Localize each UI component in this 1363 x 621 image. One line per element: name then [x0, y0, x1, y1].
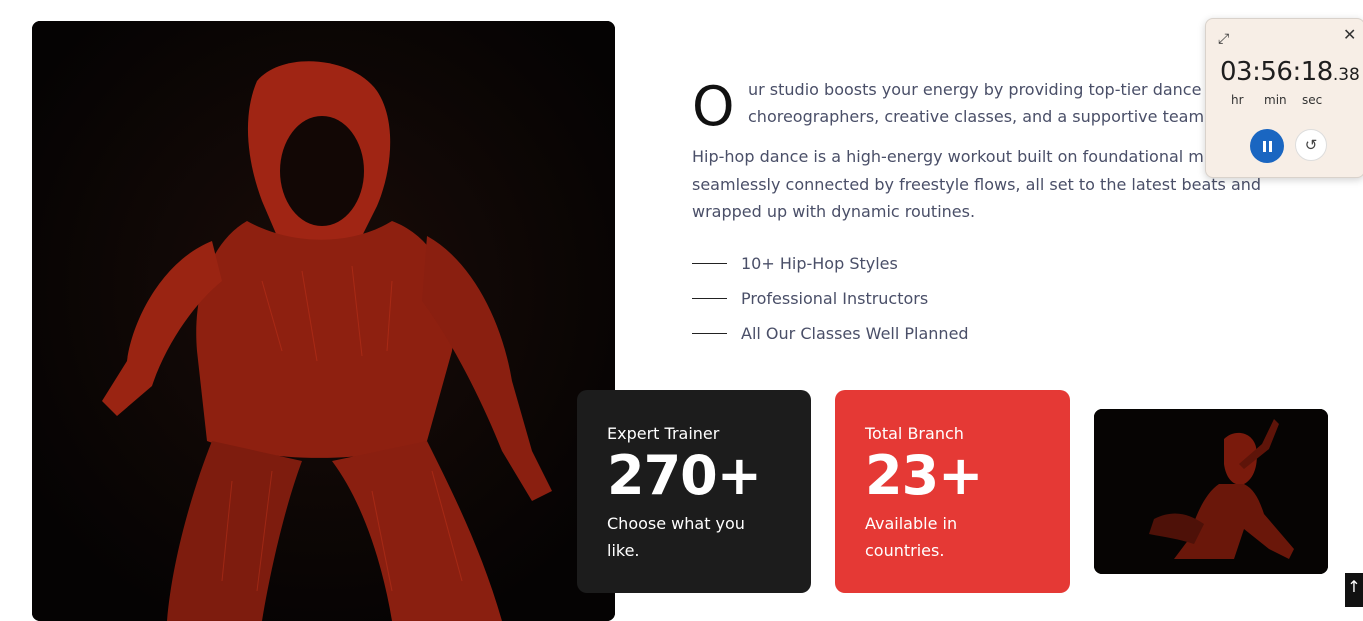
expand-icon[interactable]: ⤢ [1218, 31, 1229, 47]
stopwatch-readout: 03:56:18.38 [1220, 57, 1360, 87]
intro-section: O ur studio boosts your energy by provid… [692, 75, 1261, 226]
timer-minutes: 56 [1260, 57, 1293, 87]
feature-list: 10+ Hip-Hop Styles Professional Instruct… [692, 246, 969, 351]
stopwatch-widget: ⤢ ✕ 03:56:18.38 hr min sec ↺ [1205, 18, 1363, 178]
unit-min-label: min [1264, 93, 1287, 107]
dancer-thumbnail-image [1094, 409, 1328, 574]
feature-dash [692, 263, 727, 264]
feature-dash [692, 333, 727, 334]
intro-body-line: Hip-hop dance is a high-energy workout b… [692, 147, 1204, 166]
feature-item: 10+ Hip-Hop Styles [692, 246, 969, 281]
scroll-to-top-button[interactable]: ↑ [1345, 573, 1363, 607]
card-description-line: like. [607, 541, 640, 560]
timer-hours: 03 [1220, 57, 1253, 87]
timer-centiseconds: .38 [1332, 65, 1360, 85]
intro-lead-line: choreographers, creative classes, and a … [748, 107, 1205, 126]
total-branch-card: Total Branch 23+ Available in countries. [835, 390, 1070, 593]
timer-seconds: 18 [1300, 57, 1334, 87]
feature-label: Professional Instructors [741, 289, 929, 308]
timer-separator: : [1292, 57, 1301, 87]
card-title: Total Branch [865, 424, 964, 443]
pause-icon [1262, 140, 1266, 152]
feature-item: Professional Instructors [692, 281, 969, 316]
card-description: Choose what you like. [607, 510, 781, 564]
dropcap-letter: O [692, 75, 735, 138]
card-description-line: Available in [865, 514, 958, 533]
close-icon[interactable]: ✕ [1343, 25, 1356, 44]
card-title: Expert Trainer [607, 424, 720, 443]
unit-hr-label: hr [1231, 93, 1244, 107]
card-number: 270+ [607, 444, 762, 507]
intro-lead: ur studio boosts your energy by providin… [748, 76, 1204, 130]
pause-button[interactable] [1250, 129, 1284, 163]
reset-button[interactable]: ↺ [1295, 129, 1327, 161]
hero-dancer-image [32, 21, 615, 621]
card-description-line: countries. [865, 541, 945, 560]
feature-label: 10+ Hip-Hop Styles [741, 254, 898, 273]
intro-body-line: wrapped up with dynamic routines. [692, 202, 976, 221]
feature-item: All Our Classes Well Planned [692, 316, 969, 351]
card-description-line: Choose what you [607, 514, 745, 533]
card-description: Available in countries. [865, 510, 1040, 564]
reset-icon: ↺ [1304, 136, 1318, 154]
intro-lead-line: ur studio boosts your energy by providin… [748, 80, 1202, 99]
arrow-up-icon: ↑ [1347, 577, 1361, 596]
intro-body: Hip-hop dance is a high-energy workout b… [692, 143, 1292, 226]
pause-icon [1268, 140, 1272, 152]
feature-dash [692, 298, 727, 299]
feature-label: All Our Classes Well Planned [741, 324, 969, 343]
expert-trainer-card: Expert Trainer 270+ Choose what you like… [577, 390, 811, 593]
unit-sec-label: sec [1302, 93, 1323, 107]
card-number: 23+ [865, 444, 983, 507]
intro-body-line: seamlessly connected by freestyle flows,… [692, 174, 1262, 194]
